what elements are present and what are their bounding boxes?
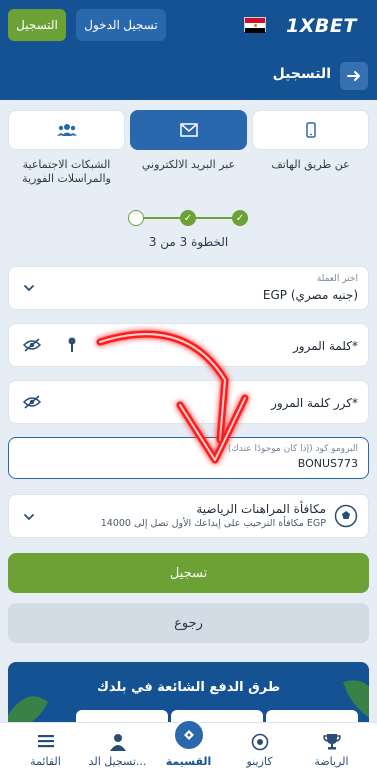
phone-icon bbox=[305, 122, 316, 138]
step-3-current bbox=[128, 210, 144, 226]
nav-menu-label: القائمة bbox=[30, 755, 61, 768]
nav-coupon-label: القسيمة bbox=[165, 755, 212, 768]
eye-slash-icon[interactable] bbox=[23, 395, 41, 409]
tab-social-label: الشبكات الاجتماعية والمراسلات الفورية bbox=[22, 158, 111, 185]
brand-logo[interactable]: 1XBET bbox=[286, 15, 357, 37]
step-progress: ✓ ✓ bbox=[128, 210, 250, 226]
nav-menu[interactable]: القائمة bbox=[8, 723, 83, 780]
bonus-description: مكافأة الترحيب على إيداعك الأول تصل إلى … bbox=[100, 518, 326, 529]
register-button[interactable]: تسجيل bbox=[8, 553, 369, 593]
tab-email-label: عبر البريد الالكتروني bbox=[141, 158, 236, 171]
login-button[interactable]: تسجيل الدخول bbox=[76, 9, 166, 41]
promo-value: BONUS773 bbox=[297, 457, 358, 470]
currency-value: EGP (جنيه مصري) bbox=[262, 288, 358, 302]
tab-phone-label: عن طريق الهاتف bbox=[271, 158, 350, 171]
user-icon bbox=[110, 734, 126, 751]
step-counter: الخطوة 3 من 3 bbox=[148, 235, 229, 249]
nav-casino[interactable]: كازينو bbox=[222, 723, 297, 780]
bonus-title: مكافأة المراهنات الرياضية bbox=[196, 502, 326, 516]
back-button[interactable]: رجوع bbox=[8, 603, 369, 643]
menu-icon bbox=[38, 735, 54, 748]
nav-sports-label: الرياضة bbox=[314, 755, 349, 768]
currency-label: اختر العملة bbox=[316, 274, 358, 284]
bonus-select[interactable]: مكافأة المراهنات الرياضية مكافأة الترحيب… bbox=[8, 494, 369, 538]
soccer-ball-icon bbox=[334, 504, 358, 528]
nav-sports[interactable]: الرياضة bbox=[294, 723, 369, 780]
trophy-icon bbox=[323, 734, 341, 750]
promo-label: البرومو كود (إذا كان موجودًا عندك) bbox=[227, 444, 358, 454]
arrow-right-icon bbox=[347, 71, 360, 81]
register-top-button[interactable]: التسجيل bbox=[8, 9, 66, 41]
confirm-password-placeholder: كرر كلمة المرور* bbox=[271, 396, 358, 410]
nav-casino-label: كازينو bbox=[246, 755, 273, 768]
back-arrow-button[interactable] bbox=[340, 62, 368, 90]
chevron-down-icon bbox=[24, 285, 34, 292]
envelope-icon bbox=[179, 123, 198, 137]
page-title: التسجيل bbox=[272, 66, 331, 82]
bottom-navigation: القائمة تسجيل الد... القسيمة كازينو الري… bbox=[0, 719, 377, 780]
currency-select[interactable]: اختر العملة EGP (جنيه مصري) bbox=[8, 266, 369, 310]
password-placeholder: كلمة المرور* bbox=[292, 339, 358, 353]
payment-title: طرق الدفع الشائعة في بلدك bbox=[96, 680, 281, 695]
key-icon[interactable] bbox=[67, 336, 77, 354]
top-bar: 1XBET تسجيل الدخول التسجيل bbox=[0, 0, 377, 52]
page-header: التسجيل bbox=[0, 52, 377, 100]
egypt-flag-icon[interactable] bbox=[244, 17, 266, 33]
step-1-complete: ✓ bbox=[232, 210, 248, 226]
nav-login[interactable]: تسجيل الد... bbox=[80, 723, 155, 780]
nav-coupon[interactable]: القسيمة bbox=[151, 719, 226, 780]
tab-social[interactable] bbox=[8, 110, 125, 150]
casino-chip-icon bbox=[251, 733, 269, 751]
password-field[interactable]: كلمة المرور* bbox=[8, 323, 369, 367]
step-2-complete: ✓ bbox=[180, 210, 196, 226]
tab-phone[interactable] bbox=[252, 110, 369, 150]
confirm-password-field[interactable]: كرر كلمة المرور* bbox=[8, 380, 369, 424]
coupon-icon bbox=[173, 719, 205, 751]
tab-email[interactable] bbox=[130, 110, 247, 150]
chevron-down-icon bbox=[24, 514, 34, 521]
promo-code-input[interactable]: البرومو كود (إذا كان موجودًا عندك) BONUS… bbox=[8, 437, 369, 479]
eye-slash-icon[interactable] bbox=[23, 338, 41, 352]
users-icon bbox=[56, 124, 77, 136]
nav-login-label: تسجيل الد... bbox=[88, 755, 147, 768]
